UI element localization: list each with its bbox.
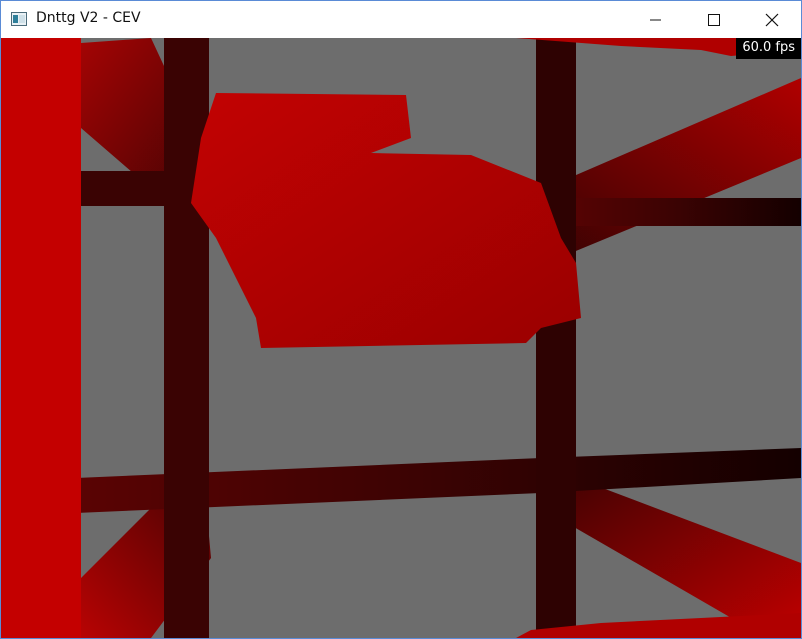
fps-counter: 60.0 fps [736,38,801,59]
close-button[interactable] [749,1,795,38]
beam-vertical-right [536,38,576,638]
game-scene [1,38,801,638]
game-viewport[interactable]: 60.0 fps [1,38,801,638]
title-bar[interactable]: Dnttg V2 - CEV [1,1,801,38]
red-pillar-left [1,38,81,638]
window-title: Dnttg V2 - CEV [36,10,141,26]
close-icon [765,13,779,27]
maximize-icon [708,14,720,26]
beam-vertical-left [164,38,209,638]
minimize-icon [650,19,661,21]
app-window-icon [11,12,27,26]
minimize-button[interactable] [633,1,679,38]
beam-top-right [556,198,801,226]
app-window: Dnttg V2 - CEV 60.0 fps [0,0,802,639]
maximize-button[interactable] [691,1,737,38]
